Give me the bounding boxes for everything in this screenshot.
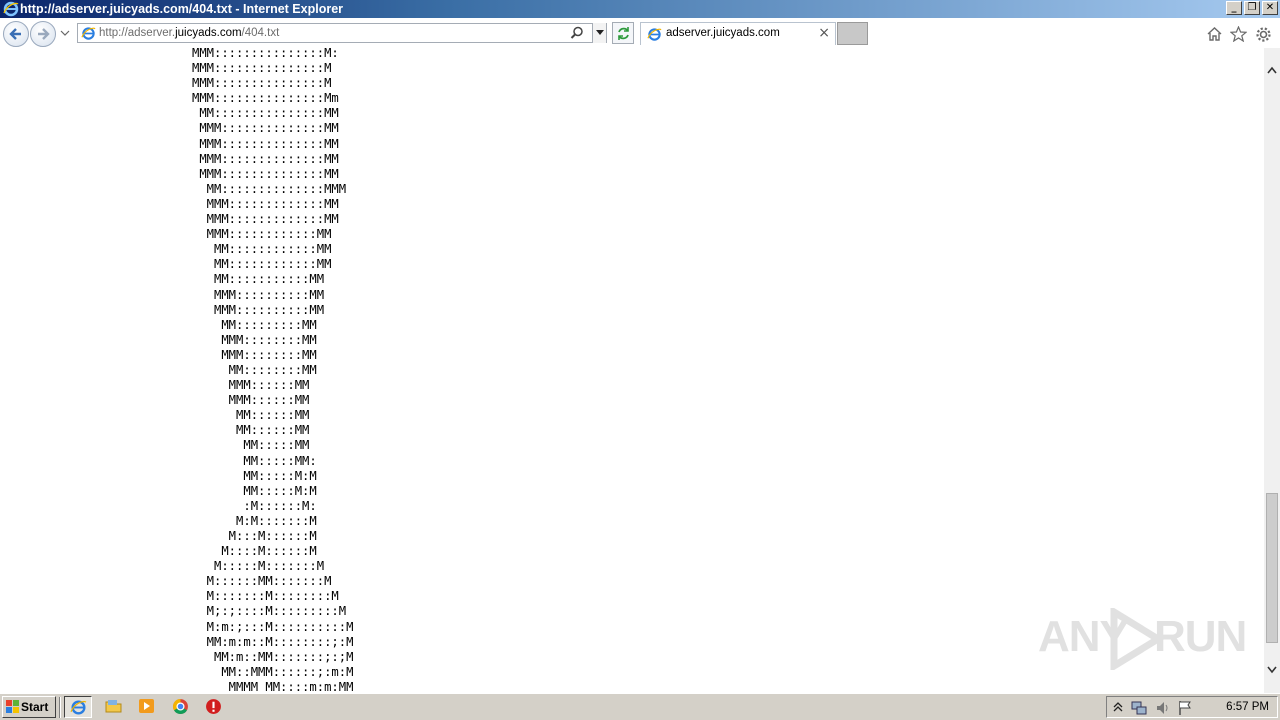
- url-domain: juicyads.com: [175, 27, 242, 39]
- page-content: MMM:::::::::::::::M: MMM:::::::::::::::M…: [0, 48, 1264, 693]
- taskbar-chrome[interactable]: [167, 696, 195, 718]
- warning-app-icon: [206, 699, 221, 714]
- address-url[interactable]: http://adserver.juicyads.com/404.txt: [99, 25, 279, 41]
- search-icon[interactable]: [570, 26, 584, 40]
- watermark-text-right: RUN: [1154, 612, 1247, 661]
- address-dropdown-button[interactable]: [592, 23, 606, 43]
- taskbar-internet-explorer[interactable]: [64, 696, 92, 718]
- media-player-icon: [139, 699, 154, 713]
- new-tab-button[interactable]: [837, 22, 868, 45]
- taskbar-media-player[interactable]: [133, 696, 161, 718]
- windows-logo-icon: [6, 700, 19, 713]
- taskbar: Start 6:57 PM: [0, 693, 1280, 720]
- taskbar-separator: [59, 697, 61, 718]
- clock[interactable]: 6:57 PM: [1226, 701, 1269, 713]
- restore-button[interactable]: ❐: [1244, 1, 1260, 15]
- scroll-up-icon[interactable]: [1267, 66, 1277, 74]
- address-bar[interactable]: http://adserver.juicyads.com/404.txt: [77, 23, 607, 43]
- forward-arrow-icon: [38, 28, 50, 40]
- tab-active[interactable]: adserver.juicyads.com ×: [640, 22, 836, 45]
- minimize-button[interactable]: _: [1226, 1, 1242, 15]
- taskbar-red-app[interactable]: [200, 696, 228, 718]
- back-button[interactable]: [3, 21, 29, 47]
- refresh-button[interactable]: [612, 22, 634, 44]
- tab-favicon-icon: [647, 28, 662, 41]
- show-hidden-icons-icon[interactable]: [1113, 700, 1123, 714]
- volume-icon[interactable]: [1155, 700, 1171, 716]
- internet-explorer-icon: [3, 1, 19, 17]
- start-label: Start: [21, 700, 49, 714]
- network-icon[interactable]: [1131, 700, 1147, 716]
- scrollbar-thumb[interactable]: [1266, 493, 1278, 643]
- tab-label: adserver.juicyads.com: [666, 27, 780, 39]
- ascii-art-text: MMM:::::::::::::::M: MMM:::::::::::::::M…: [192, 48, 354, 693]
- window-title: http://adserver.juicyads.com/404.txt - I…: [20, 2, 344, 16]
- home-icon[interactable]: [1206, 26, 1223, 42]
- settings-gear-icon[interactable]: [1255, 26, 1272, 43]
- recent-pages-dropdown-icon[interactable]: [60, 28, 70, 38]
- url-prefix: http://adserver.: [99, 27, 176, 39]
- close-button[interactable]: ✕: [1262, 1, 1278, 15]
- back-arrow-icon: [9, 28, 21, 40]
- forward-button[interactable]: [30, 21, 56, 47]
- chrome-icon: [173, 699, 188, 715]
- url-path: /404.txt: [241, 27, 280, 39]
- vertical-scrollbar[interactable]: [1264, 48, 1280, 693]
- action-center-flag-icon[interactable]: [1177, 700, 1193, 716]
- chevron-down-icon: [596, 30, 604, 35]
- tab-close-button[interactable]: ×: [818, 25, 830, 41]
- internet-explorer-icon: [70, 700, 87, 715]
- navigation-bar: http://adserver.juicyads.com/404.txt ads…: [0, 18, 1280, 48]
- folder-icon: [105, 700, 122, 713]
- refresh-icon: [618, 27, 629, 40]
- anyrun-watermark: ANY RUN: [1038, 606, 1247, 676]
- page-favicon-icon: [81, 27, 96, 40]
- taskbar-file-explorer[interactable]: [100, 696, 128, 718]
- window-titlebar[interactable]: http://adserver.juicyads.com/404.txt - I…: [0, 0, 1280, 18]
- scroll-down-icon[interactable]: [1267, 666, 1277, 674]
- start-button[interactable]: Start: [2, 696, 56, 718]
- favorites-star-icon[interactable]: [1230, 26, 1247, 42]
- system-tray: 6:57 PM: [1106, 696, 1278, 718]
